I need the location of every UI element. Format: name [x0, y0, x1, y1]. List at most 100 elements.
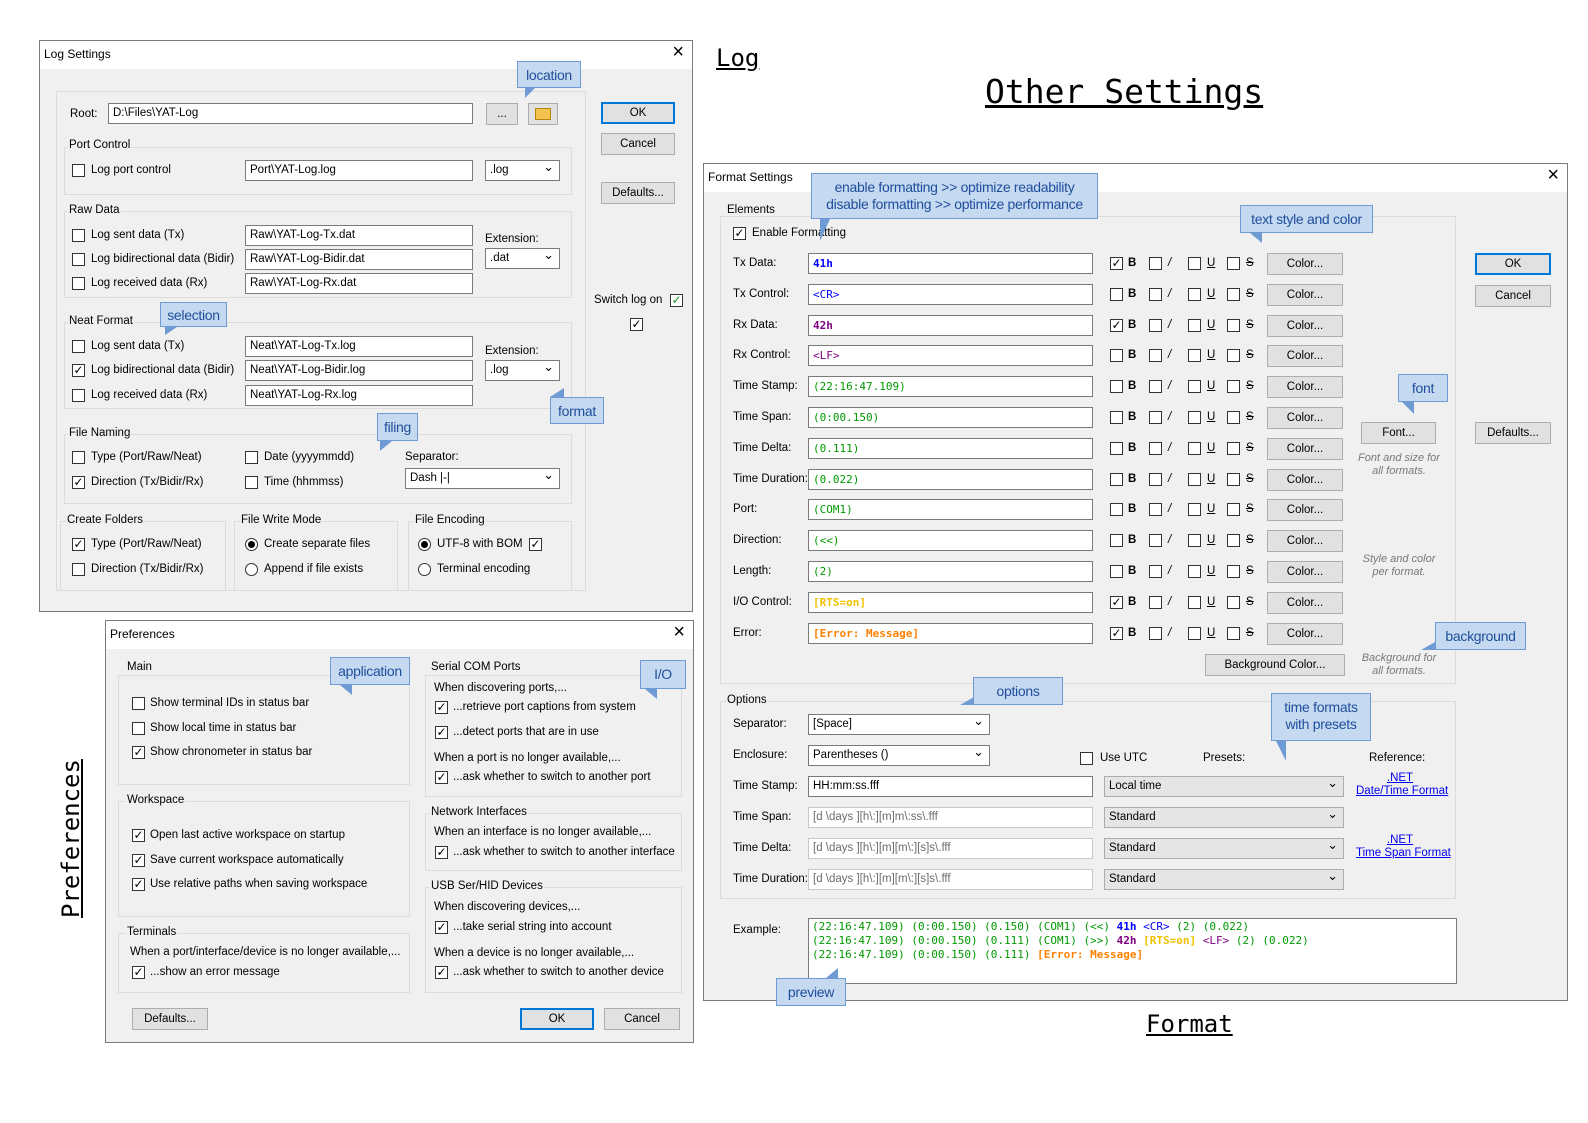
italic-checkbox[interactable] [1149, 627, 1162, 640]
naming-direction-checkbox[interactable]: ✓ [72, 476, 85, 489]
neat-tx-checkbox[interactable] [72, 340, 85, 353]
element-sample-input[interactable]: (2) [808, 561, 1093, 582]
strikeout-checkbox[interactable] [1227, 257, 1240, 270]
color-button[interactable]: Color... [1267, 469, 1343, 491]
time-span-preset-select[interactable]: Standard [1104, 806, 1344, 828]
element-sample-input[interactable]: (0.022) [808, 469, 1093, 490]
append-radio[interactable] [245, 563, 258, 576]
strikeout-checkbox[interactable] [1227, 319, 1240, 332]
ask-iface-checkbox[interactable]: ✓ [435, 846, 448, 859]
element-sample-input[interactable]: <LF> [808, 345, 1093, 366]
underline-checkbox[interactable] [1188, 411, 1201, 424]
browse-button[interactable]: ... [486, 103, 518, 125]
defaults-button[interactable]: Defaults... [1475, 422, 1551, 444]
italic-checkbox[interactable] [1149, 596, 1162, 609]
log-port-control-checkbox[interactable] [72, 164, 85, 177]
color-button[interactable]: Color... [1267, 407, 1343, 429]
bold-checkbox[interactable]: ✓ [1110, 257, 1123, 270]
close-icon[interactable]: × [673, 621, 685, 644]
time-stamp-format-input[interactable]: HH:mm:ss.fff [808, 776, 1093, 797]
enclosure-select[interactable]: Parentheses () [808, 744, 990, 766]
color-button[interactable]: Color... [1267, 315, 1343, 337]
strikeout-checkbox[interactable] [1227, 565, 1240, 578]
time-duration-preset-select[interactable]: Standard [1104, 868, 1344, 890]
serial-string-checkbox[interactable]: ✓ [435, 921, 448, 934]
defaults-button[interactable]: Defaults... [132, 1008, 208, 1030]
show-ids-checkbox[interactable] [132, 697, 145, 710]
utf8-bom-checkbox[interactable]: ✓ [529, 538, 542, 551]
defaults-button[interactable]: Defaults... [601, 182, 675, 204]
italic-checkbox[interactable] [1149, 503, 1162, 516]
enable-formatting-checkbox[interactable]: ✓ [733, 227, 746, 240]
element-sample-input[interactable]: (COM1) [808, 499, 1093, 520]
use-utc-checkbox[interactable] [1080, 752, 1093, 765]
raw-tx-input[interactable]: Raw\YAT-Log-Tx.dat [245, 225, 473, 246]
cancel-button[interactable]: Cancel [604, 1008, 680, 1030]
strikeout-checkbox[interactable] [1227, 596, 1240, 609]
strikeout-checkbox[interactable] [1227, 627, 1240, 640]
timespan-format-link[interactable]: .NET Time Span Format [1356, 834, 1451, 860]
naming-time-checkbox[interactable] [245, 476, 258, 489]
color-button[interactable]: Color... [1267, 623, 1343, 645]
bold-checkbox[interactable] [1110, 473, 1123, 486]
time-stamp-preset-select[interactable]: Local time [1104, 775, 1344, 797]
element-sample-input[interactable]: (<<) [808, 530, 1093, 551]
rel-paths-checkbox[interactable]: ✓ [132, 878, 145, 891]
create-separate-radio[interactable] [245, 538, 258, 551]
italic-checkbox[interactable] [1149, 349, 1162, 362]
raw-rx-input[interactable]: Raw\YAT-Log-Rx.dat [245, 273, 473, 294]
raw-bidir-checkbox[interactable] [72, 253, 85, 266]
datetime-format-link[interactable]: .NET Date/Time Format [1356, 772, 1448, 798]
strikeout-checkbox[interactable] [1227, 442, 1240, 455]
color-button[interactable]: Color... [1267, 253, 1343, 275]
underline-checkbox[interactable] [1188, 534, 1201, 547]
bold-checkbox[interactable] [1110, 411, 1123, 424]
strikeout-checkbox[interactable] [1227, 411, 1240, 424]
color-button[interactable]: Color... [1267, 592, 1343, 614]
italic-checkbox[interactable] [1149, 319, 1162, 332]
port-extension-select[interactable]: .log [485, 159, 560, 181]
naming-type-checkbox[interactable] [72, 451, 85, 464]
italic-checkbox[interactable] [1149, 288, 1162, 301]
underline-checkbox[interactable] [1188, 503, 1201, 516]
detect-ports-checkbox[interactable]: ✓ [435, 726, 448, 739]
switch-log-on-icon[interactable]: ✓ [670, 294, 683, 307]
neat-tx-input[interactable]: Neat\YAT-Log-Tx.log [245, 336, 473, 357]
terminal-encoding-radio[interactable] [418, 563, 431, 576]
color-button[interactable]: Color... [1267, 376, 1343, 398]
bold-checkbox[interactable] [1110, 380, 1123, 393]
port-file-input[interactable]: Port\YAT-Log.log [245, 160, 473, 181]
ask-port-checkbox[interactable]: ✓ [435, 771, 448, 784]
cancel-button[interactable]: Cancel [1475, 285, 1551, 307]
color-button[interactable]: Color... [1267, 438, 1343, 460]
show-chrono-checkbox[interactable]: ✓ [132, 746, 145, 759]
time-duration-format-input[interactable]: [d \days ][h\:][m][m\:][s]s\.fff [808, 869, 1093, 890]
folders-direction-checkbox[interactable] [72, 563, 85, 576]
close-icon[interactable]: × [672, 41, 684, 64]
element-sample-input[interactable]: [RTS=on] [808, 592, 1093, 613]
strikeout-checkbox[interactable] [1227, 534, 1240, 547]
neat-extension-select[interactable]: .log [485, 359, 560, 381]
neat-rx-checkbox[interactable] [72, 389, 85, 402]
italic-checkbox[interactable] [1149, 442, 1162, 455]
element-sample-input[interactable]: <CR> [808, 284, 1093, 305]
neat-bidir-checkbox[interactable]: ✓ [72, 364, 85, 377]
folder-open-button[interactable] [528, 103, 558, 125]
underline-checkbox[interactable] [1188, 349, 1201, 362]
color-button[interactable]: Color... [1267, 284, 1343, 306]
italic-checkbox[interactable] [1149, 534, 1162, 547]
root-input[interactable]: D:\Files\YAT-Log [108, 103, 473, 124]
show-error-checkbox[interactable]: ✓ [132, 966, 145, 979]
bold-checkbox[interactable] [1110, 442, 1123, 455]
bold-checkbox[interactable] [1110, 534, 1123, 547]
switch-log-on-checkbox[interactable]: ✓ [630, 318, 643, 331]
strikeout-checkbox[interactable] [1227, 288, 1240, 301]
element-sample-input[interactable]: (0.111) [808, 438, 1093, 459]
folders-type-checkbox[interactable]: ✓ [72, 538, 85, 551]
italic-checkbox[interactable] [1149, 380, 1162, 393]
raw-bidir-input[interactable]: Raw\YAT-Log-Bidir.dat [245, 249, 473, 270]
element-sample-input[interactable]: (0:00.150) [808, 407, 1093, 428]
show-local-checkbox[interactable] [132, 722, 145, 735]
italic-checkbox[interactable] [1149, 473, 1162, 486]
bold-checkbox[interactable]: ✓ [1110, 319, 1123, 332]
